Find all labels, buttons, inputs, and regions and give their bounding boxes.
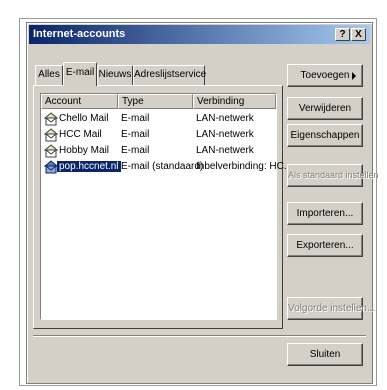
account-list[interactable]: Account Type Verbinding Chello Mail E-ma… xyxy=(40,93,292,320)
properties-button[interactable]: Eigenschappen xyxy=(287,124,363,147)
column-header-connection[interactable]: Verbinding xyxy=(193,94,276,109)
account-type: E-mail (standaard) xyxy=(121,161,204,172)
list-item[interactable]: Hobby Mail E-mail LAN-netwerk xyxy=(41,143,276,159)
import-button[interactable]: Importeren... xyxy=(287,202,363,225)
mail-account-icon xyxy=(44,144,58,158)
tab-email[interactable]: E-mail xyxy=(63,62,97,86)
tab-nieuws[interactable]: Nieuws xyxy=(97,65,133,85)
account-connection: LAN-netwerk xyxy=(196,113,254,124)
mail-account-icon xyxy=(44,128,58,142)
window-title: Internet-accounts xyxy=(33,28,126,40)
account-connection: Inbelverbinding: HC... xyxy=(196,161,293,172)
account-type: E-mail xyxy=(121,145,150,156)
tab-alles[interactable]: Alles xyxy=(35,65,63,85)
account-connection: LAN-netwerk xyxy=(196,145,254,156)
list-item[interactable]: Chello Mail E-mail LAN-netwerk xyxy=(41,111,276,127)
account-name: Chello Mail xyxy=(59,113,109,124)
mail-account-icon xyxy=(44,112,58,126)
column-header-account[interactable]: Account xyxy=(41,94,118,109)
order-button[interactable]: Volgorde instellen... xyxy=(287,297,375,320)
account-name: HCC Mail xyxy=(59,129,102,140)
account-name: Hobby Mail xyxy=(59,145,110,156)
list-item[interactable]: HCC Mail E-mail LAN-netwerk xyxy=(41,127,276,143)
set-default-button[interactable]: Als standaard instellen xyxy=(287,164,379,187)
tab-adreslijstservice[interactable]: Adreslijstservice xyxy=(133,65,206,85)
account-type: E-mail xyxy=(121,129,150,140)
list-item-selected[interactable]: pop.hccnet.nl E-mail (standaard) Inbelve… xyxy=(41,159,292,175)
title-bar: Internet-accounts ? X xyxy=(29,25,370,44)
close-window-button[interactable]: X xyxy=(351,28,366,41)
account-type: E-mail xyxy=(121,113,150,124)
add-button-label: Toevoegen xyxy=(300,70,350,81)
account-connection: LAN-netwerk xyxy=(196,129,254,140)
internet-accounts-dialog: Internet-accounts ? X Alles E-mail Nieuw… xyxy=(26,22,379,384)
column-header-type[interactable]: Type xyxy=(118,94,193,109)
separator xyxy=(33,335,366,337)
mail-account-icon xyxy=(44,160,58,174)
close-button[interactable]: Sluiten xyxy=(287,343,363,366)
export-button[interactable]: Exporteren... xyxy=(287,234,363,257)
add-button[interactable]: Toevoegen xyxy=(287,64,363,87)
remove-button[interactable]: Verwijderen xyxy=(287,97,363,120)
help-button[interactable]: ? xyxy=(335,28,350,41)
menu-arrow-icon xyxy=(352,72,356,80)
account-name: pop.hccnet.nl xyxy=(57,161,121,172)
